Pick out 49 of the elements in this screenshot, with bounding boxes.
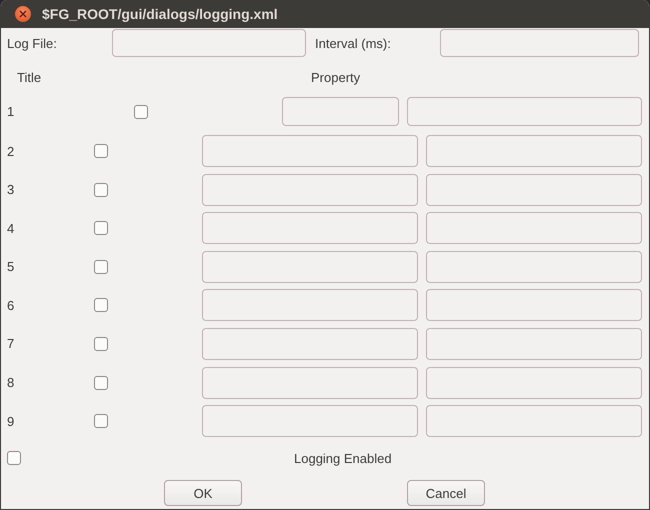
property-field[interactable] [407, 97, 642, 126]
row-number: 7 [7, 336, 16, 352]
title-field[interactable] [202, 212, 418, 244]
title-field[interactable] [202, 405, 418, 438]
row-number: 3 [7, 182, 16, 198]
title-field[interactable] [202, 328, 418, 360]
title-field[interactable] [202, 366, 418, 399]
cancel-button[interactable]: Cancel [407, 480, 485, 506]
checkbox[interactable] [94, 260, 108, 274]
title-header: Title [17, 70, 42, 84]
property-header: Property [311, 70, 360, 84]
row-number: 8 [7, 375, 16, 390]
interval-field[interactable] [440, 29, 639, 57]
property-field[interactable] [426, 135, 642, 167]
title-field[interactable] [202, 250, 418, 283]
property-field[interactable] [426, 174, 642, 206]
row-number: 9 [7, 414, 16, 429]
log-file-field[interactable] [112, 29, 306, 57]
property-field[interactable] [426, 212, 642, 244]
title-field[interactable] [282, 97, 399, 126]
title-field[interactable] [202, 174, 418, 206]
title-field[interactable] [202, 135, 418, 167]
log-file-label: Log File: [7, 36, 58, 50]
property-field[interactable] [426, 366, 642, 399]
window-title: $FG_ROOT/gui/dialogs/logging.xml [42, 6, 278, 22]
checkbox[interactable] [94, 414, 108, 428]
row-number: 5 [7, 259, 16, 274]
row-number: 4 [7, 220, 16, 236]
row-number: 1 [7, 104, 16, 119]
checkbox[interactable] [7, 451, 21, 466]
logging-enabled-label: Logging Enabled [294, 450, 392, 466]
title-field[interactable] [202, 289, 418, 322]
checkbox[interactable] [94, 336, 108, 351]
row-number: 2 [7, 144, 16, 158]
property-field[interactable] [426, 250, 642, 283]
checkbox[interactable] [94, 182, 108, 197]
close-icon [19, 10, 27, 18]
checkbox[interactable] [94, 221, 108, 236]
ok-button[interactable]: OK [164, 480, 242, 506]
close-button[interactable] [15, 6, 31, 22]
checkbox[interactable] [134, 104, 148, 118]
property-field[interactable] [426, 328, 642, 360]
property-field[interactable] [426, 289, 642, 322]
interval-label: Interval (ms): [314, 36, 392, 50]
checkbox[interactable] [94, 376, 108, 390]
row-number: 6 [7, 298, 16, 313]
checkbox[interactable] [94, 298, 108, 312]
checkbox[interactable] [94, 144, 108, 158]
property-field[interactable] [426, 405, 642, 438]
